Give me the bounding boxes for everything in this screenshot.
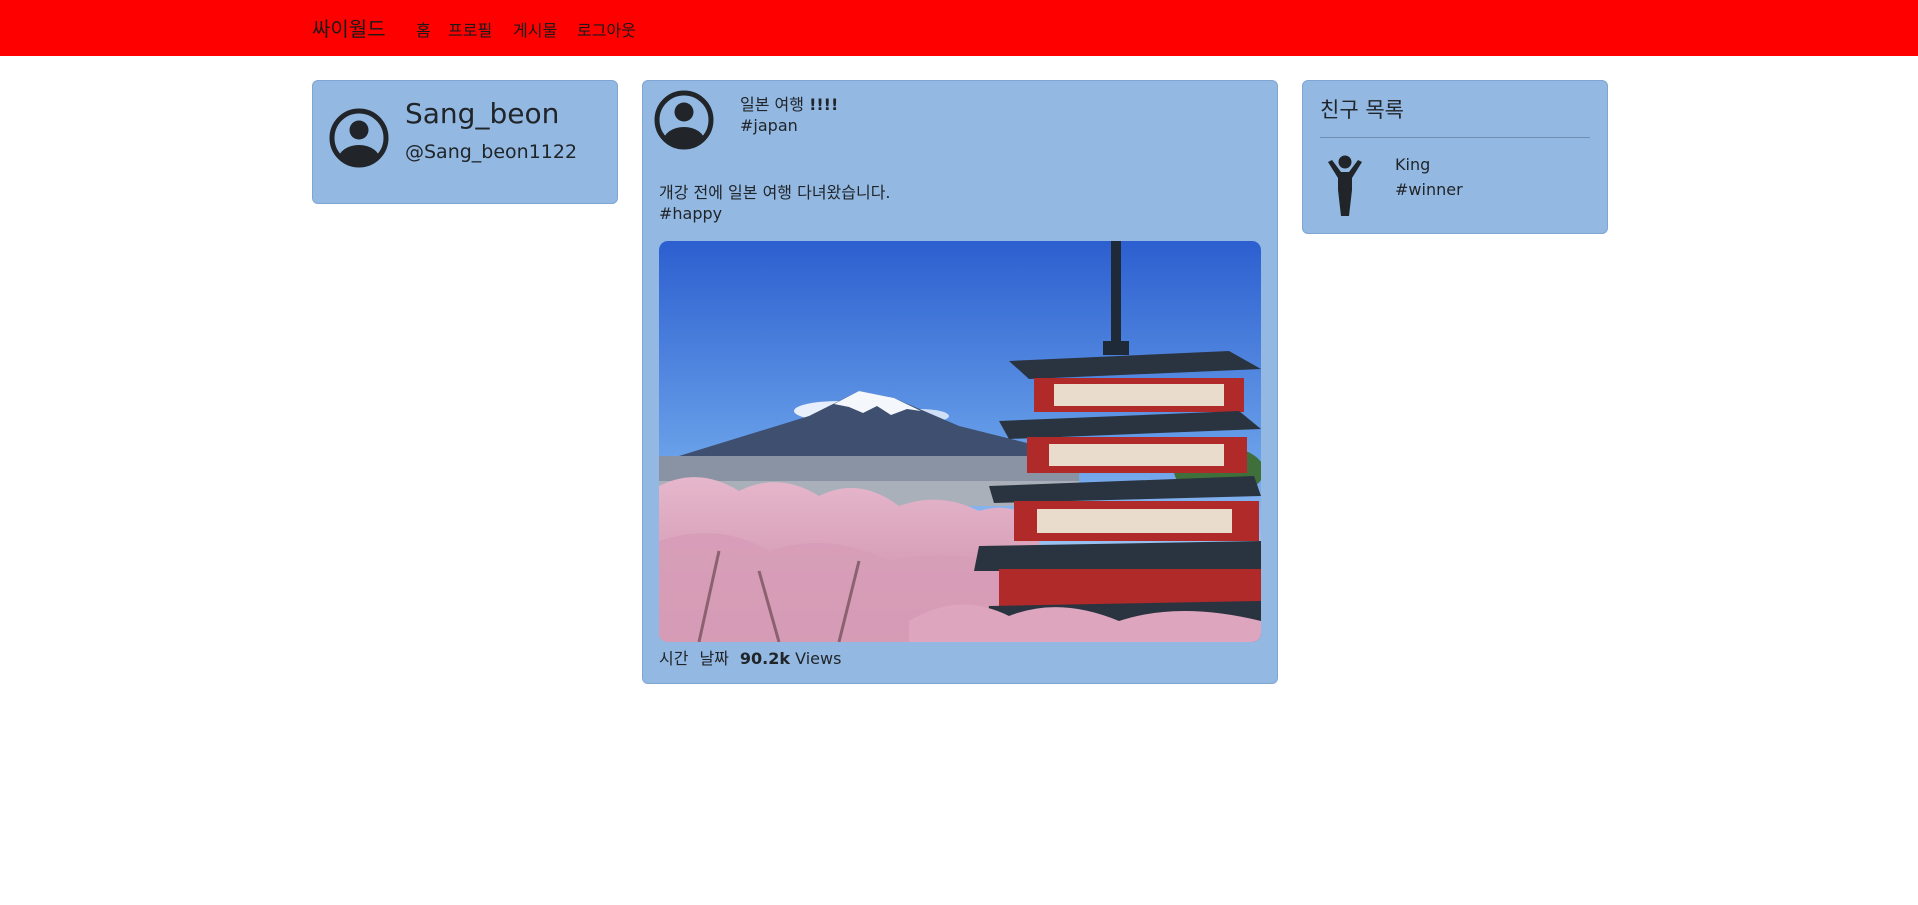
nav-link-posts[interactable]: 게시물 (513, 17, 557, 41)
person-arms-up-icon (1325, 154, 1365, 222)
profile-handle: @Sang_beon1122 (405, 141, 578, 163)
profile-card: Sang_beon @Sang_beon1122 (312, 80, 618, 204)
post-footer: 시간 날짜 90.2k Views (659, 645, 841, 669)
post-body: 개강 전에 일본 여행 다녀왔습니다. (659, 183, 891, 202)
friends-card: 친구 목록 King #winner (1302, 80, 1608, 234)
post-views-label: Views (795, 649, 842, 668)
post-card: 일본 여행 !!!! #japan 개강 전에 일본 여행 다녀왔습니다. #h… (642, 80, 1278, 684)
divider (1320, 137, 1590, 138)
nav-link-profile[interactable]: 프로필 (448, 17, 492, 41)
post-hashtag[interactable]: #japan (740, 116, 798, 135)
post-views-count: 90.2k (739, 649, 791, 668)
profile-name: Sang_beon (405, 97, 560, 130)
nav-link-logout[interactable]: 로그아웃 (577, 17, 636, 41)
person-circle-icon (654, 90, 714, 150)
post-body-hashtag[interactable]: #happy (659, 204, 722, 223)
post-title: 일본 여행 !!!! (740, 91, 838, 115)
post-title-text: 일본 여행 (740, 95, 810, 114)
brand-link[interactable]: 싸이월드 (312, 13, 386, 42)
friend-name[interactable]: King (1395, 155, 1430, 174)
post-photo (659, 241, 1261, 642)
post-title-emphasis: !!!! (809, 95, 839, 114)
nav-link-home[interactable]: 홈 (416, 17, 431, 41)
post-date: 날짜 (699, 649, 729, 668)
person-circle-icon (329, 108, 389, 168)
friends-title: 친구 목록 (1320, 98, 1404, 122)
post-time: 시간 (659, 649, 689, 668)
top-navbar: 싸이월드 홈 프로필 게시물 로그아웃 (0, 0, 1918, 56)
friend-hashtag: #winner (1395, 180, 1463, 199)
